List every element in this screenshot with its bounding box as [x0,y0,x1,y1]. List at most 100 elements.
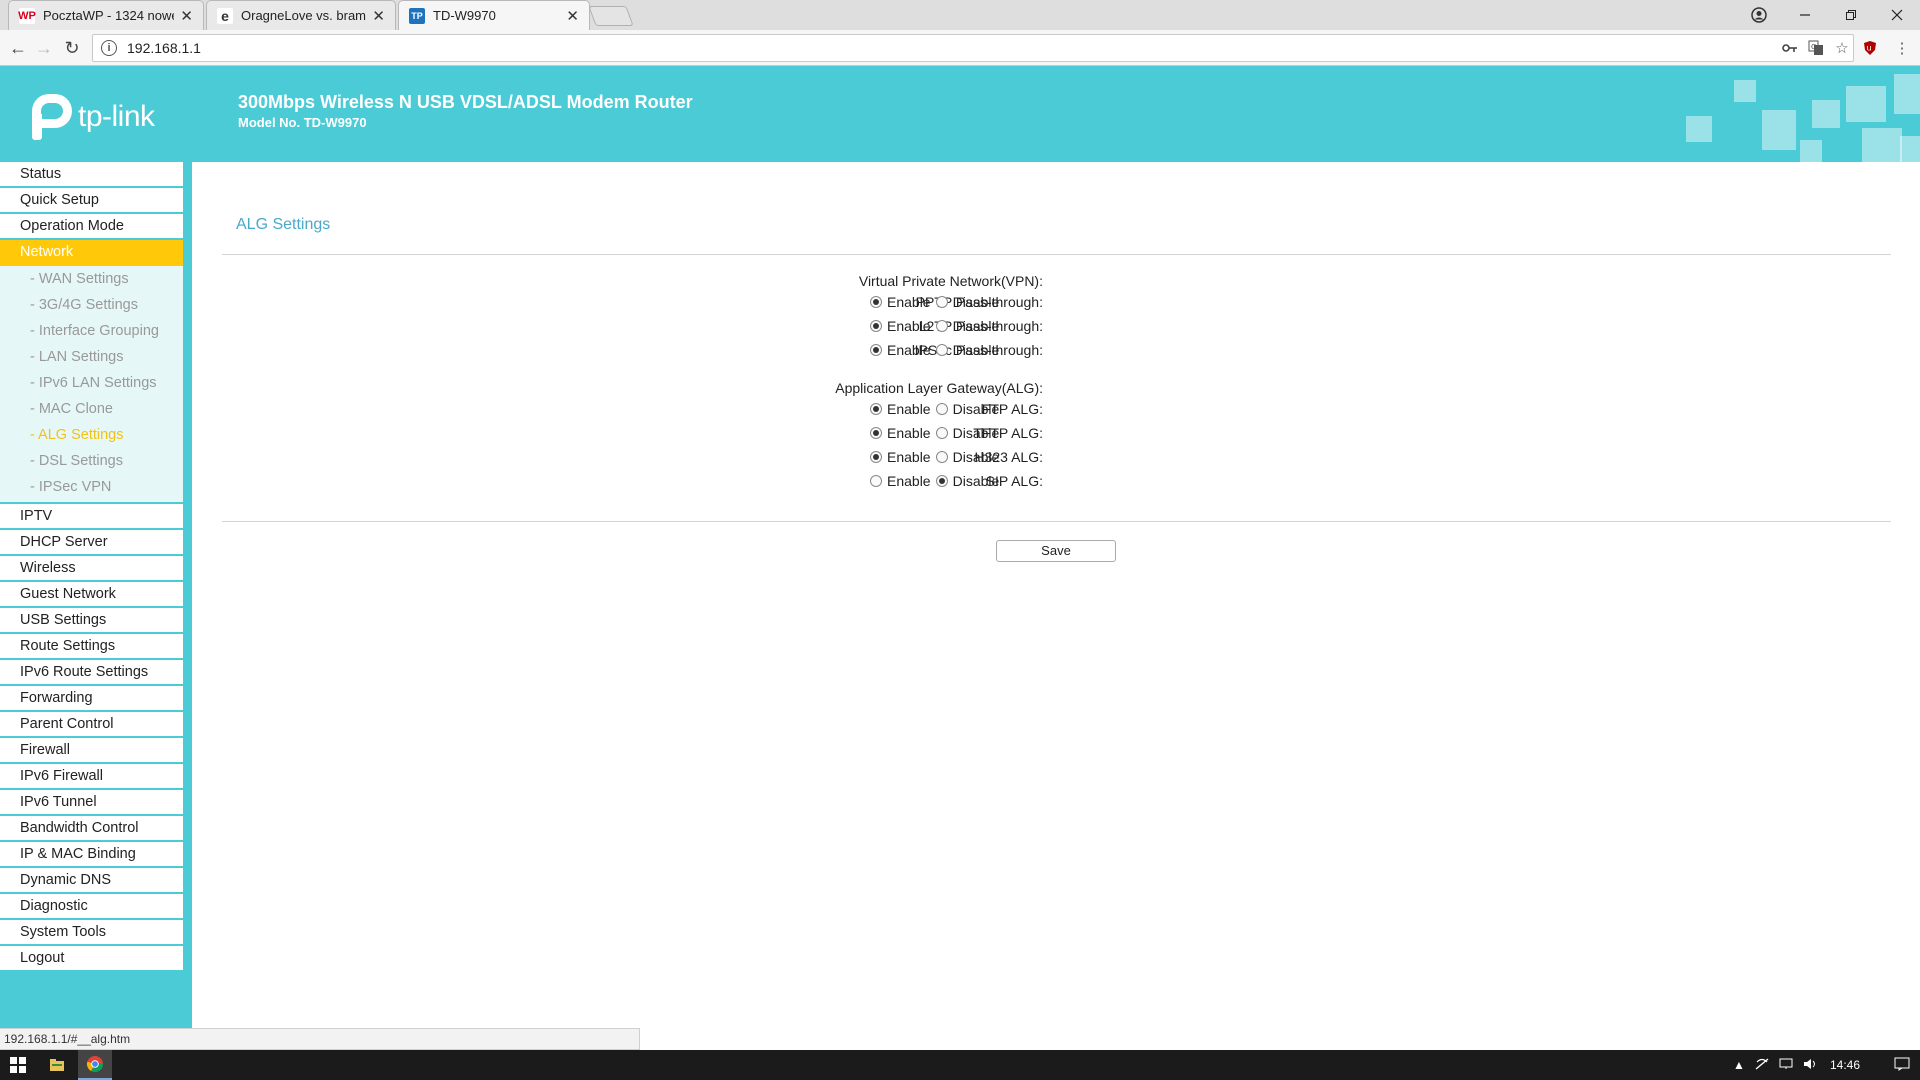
submenu-item-ipv6-lan-settings[interactable]: - IPv6 LAN Settings [0,370,183,396]
menu-dots-icon[interactable]: ⋮ [1892,38,1912,58]
submenu-item-ipsec-vpn[interactable]: - IPSec VPN [0,474,183,500]
ftp-enable-radio[interactable] [870,403,882,415]
ipsec-disable-radio[interactable] [935,344,948,356]
menu-item-dhcp-server[interactable]: DHCP Server [0,530,183,556]
svg-text:u: u [1867,44,1872,53]
header-decoration [1686,116,1712,142]
menu-item-ip-mac-binding[interactable]: IP & MAC Binding [0,842,183,868]
menu-item-ipv6-tunnel[interactable]: IPv6 Tunnel [0,790,183,816]
volume-icon[interactable] [1798,1058,1822,1073]
menu-item-forwarding[interactable]: Forwarding [0,686,183,712]
submenu-item-interface-grouping[interactable]: - Interface Grouping [0,318,183,344]
menu-item-wireless[interactable]: Wireless [0,556,183,582]
header-decoration [1734,80,1756,102]
pptp-enable-radio[interactable] [870,296,882,308]
restore-icon[interactable] [1828,0,1874,30]
enable-label: Enable [887,425,931,441]
minimize-icon[interactable] [1782,0,1828,30]
browser-tab-strip: WP PocztaWP - 1324 nowe ✕ e OragneLove v… [0,0,1920,30]
submenu-item-wan-settings[interactable]: - WAN Settings [0,266,183,292]
disable-label: Disable [952,401,1000,417]
clock[interactable]: 14:46 [1830,1058,1860,1072]
menu-item-diagnostic[interactable]: Diagnostic [0,894,183,920]
menu-item-network[interactable]: Network [0,240,183,266]
browser-tab-active[interactable]: TP TD-W9970 ✕ [398,0,590,30]
forward-icon[interactable]: → [32,36,56,60]
reload-icon[interactable]: ↻ [60,36,84,60]
menu-item-ipv6-firewall[interactable]: IPv6 Firewall [0,764,183,790]
page-title: ALG Settings [236,216,331,233]
translate-icon[interactable]: G [1806,38,1826,58]
enable-label: Enable [887,294,931,310]
l2tp-disable-radio[interactable] [935,320,948,332]
sip-enable-radio[interactable] [870,475,882,487]
tftp-disable-radio[interactable] [935,427,948,439]
submenu-item-dsl-settings[interactable]: - DSL Settings [0,448,183,474]
bookmark-star-icon[interactable]: ☆ [1832,38,1852,58]
site-info-icon[interactable]: i [101,40,117,56]
url-text: 192.168.1.1 [127,40,201,56]
tab-title: PocztaWP - 1324 nowe [43,8,175,23]
l2tp-row: L2TP Pass-through: Enable Disable [192,315,1920,339]
l2tp-enable-radio[interactable] [870,320,882,332]
menu-item-status[interactable]: Status [0,162,183,188]
menu-item-system-tools[interactable]: System Tools [0,920,183,946]
menu-item-guest-network[interactable]: Guest Network [0,582,183,608]
pptp-disable-radio[interactable] [935,296,948,308]
tplink-favicon-icon: TP [409,7,425,24]
header-decoration [1800,140,1822,162]
menu-item-parent-control[interactable]: Parent Control [0,712,183,738]
file-explorer-icon[interactable] [42,1050,72,1080]
link-status-bar: 192.168.1.1/#__alg.htm [0,1028,640,1050]
menu-item-ipv6-route-settings[interactable]: IPv6 Route Settings [0,660,183,686]
close-window-icon[interactable] [1874,0,1920,30]
tftp-enable-radio[interactable] [870,427,882,439]
menu-item-usb-settings[interactable]: USB Settings [0,608,183,634]
ipsec-enable-radio[interactable] [870,344,882,356]
close-tab-icon[interactable]: ✕ [566,7,579,25]
submenu-item-lan-settings[interactable]: - LAN Settings [0,344,183,370]
vpn-heading: Virtual Private Network(VPN): [858,273,1043,289]
start-button[interactable] [0,1050,36,1080]
submenu-item-3g4g-settings[interactable]: - 3G/4G Settings [0,292,183,318]
tray-overflow-icon[interactable]: ▲ [1728,1058,1750,1072]
h323-options: Enable Disable [870,449,1004,465]
ublock-icon[interactable]: u [1860,38,1880,58]
submenu-item-alg-settings[interactable]: - ALG Settings [0,422,183,448]
sip-disable-radio[interactable] [935,475,948,487]
address-bar[interactable]: i 192.168.1.1 [92,34,1854,62]
menu-item-firewall[interactable]: Firewall [0,738,183,764]
action-center-icon[interactable] [1894,1057,1910,1074]
header-decoration [1812,100,1840,128]
submenu-item-mac-clone[interactable]: - MAC Clone [0,396,183,422]
back-icon[interactable]: ← [6,36,30,60]
close-tab-icon[interactable]: ✕ [372,7,385,25]
browser-tab[interactable]: e OragneLove vs. bramka G ✕ [206,0,396,30]
profile-icon[interactable] [1736,0,1782,30]
menu-item-route-settings[interactable]: Route Settings [0,634,183,660]
menu-item-logout[interactable]: Logout [0,946,183,972]
chrome-taskbar-icon[interactable] [78,1050,112,1080]
model-number: Model No. TD-W9970 [238,115,367,130]
menu-item-quick-setup[interactable]: Quick Setup [0,188,183,214]
new-tab-button[interactable] [588,6,634,26]
browser-tab[interactable]: WP PocztaWP - 1324 nowe ✕ [8,0,204,30]
ftp-disable-radio[interactable] [935,403,948,415]
menu-item-iptv[interactable]: IPTV [0,504,183,530]
display-icon[interactable] [1774,1058,1798,1073]
menu-item-bandwidth-control[interactable]: Bandwidth Control [0,816,183,842]
system-tray: ▲ 14:46 [1728,1050,1910,1080]
menu-item-dynamic-dns[interactable]: Dynamic DNS [0,868,183,894]
header-decoration [1846,86,1886,122]
save-button[interactable]: Save [996,540,1116,562]
network-icon[interactable] [1750,1057,1774,1073]
pptp-options: Enable Disable [870,294,1004,310]
h323-disable-radio[interactable] [935,451,948,463]
h323-enable-radio[interactable] [870,451,882,463]
menu-item-operation-mode[interactable]: Operation Mode [0,214,183,240]
ipsec-options: Enable Disable [870,342,1004,358]
close-tab-icon[interactable]: ✕ [180,7,193,25]
key-icon[interactable] [1780,38,1800,58]
enable-label: Enable [887,318,931,334]
network-submenu: - WAN Settings - 3G/4G Settings - Interf… [0,266,183,504]
